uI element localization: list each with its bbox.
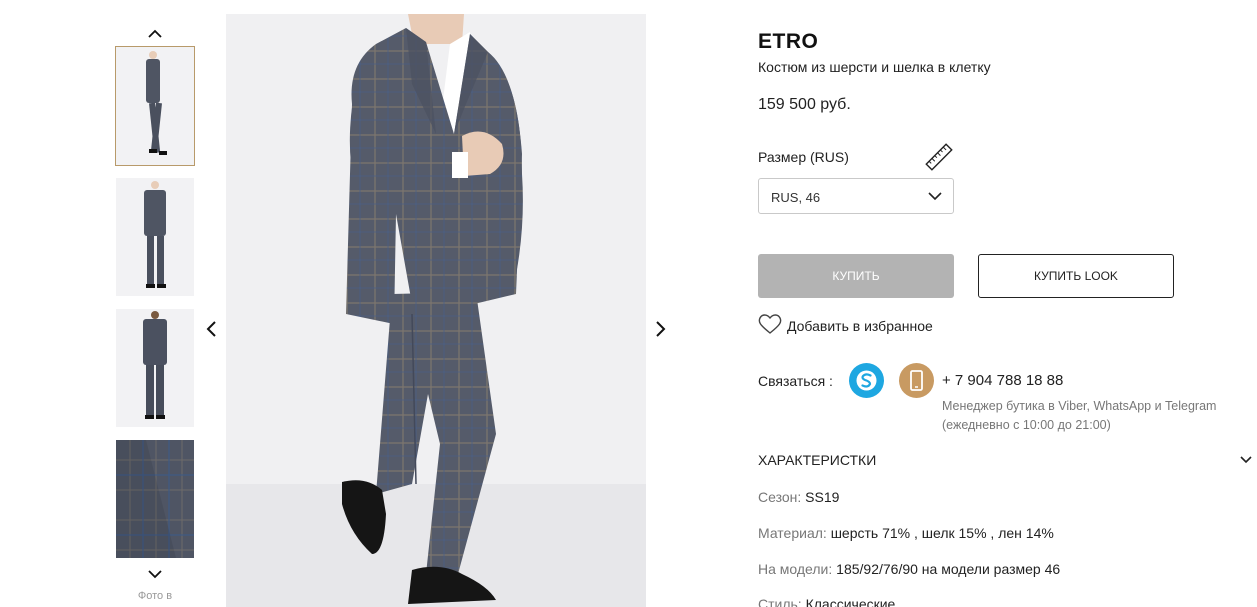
manager-note-line1: Менеджер бутика в Viber, WhatsApp и Tele… <box>942 399 1217 413</box>
attribute-value: SS19 <box>805 489 840 505</box>
heart-icon <box>758 314 782 334</box>
characteristics-header[interactable]: ХАРАКТЕРИСТКИ <box>758 452 876 468</box>
chevron-right-icon <box>656 321 666 337</box>
chevron-left-icon <box>206 321 216 337</box>
attribute-value: шерсть 71% , шелк 15% , лен 14% <box>830 525 1054 541</box>
phone-number[interactable]: + 7 904 788 18 88 <box>942 372 1063 389</box>
brand-name[interactable]: ETRO <box>758 30 818 54</box>
skype-icon <box>849 363 884 398</box>
ruler-icon <box>925 143 953 171</box>
product-title: Костюм из шерсти и шелка в клетку <box>758 59 991 75</box>
buy-button[interactable]: КУПИТЬ <box>758 254 954 298</box>
main-product-image[interactable] <box>226 14 646 607</box>
smartphone-icon <box>899 363 934 398</box>
buy-look-button[interactable]: КУПИТЬ LOOK <box>978 254 1174 298</box>
photo-caption: Фото в <box>137 590 173 602</box>
attribute-material: Материал: шерсть 71% , шелк 15% , лен 14… <box>758 525 1054 541</box>
attribute-key: Стиль: <box>758 596 802 607</box>
thumbnail-3[interactable] <box>116 309 194 427</box>
attribute-key: Сезон: <box>758 489 802 505</box>
attribute-value: 185/92/76/90 на модели размер 46 <box>836 561 1061 577</box>
manager-note-line2: (ежедневно с 10:00 до 21:00) <box>942 418 1111 432</box>
chevron-up-icon <box>148 29 162 38</box>
gallery-next-button[interactable] <box>653 320 667 338</box>
thumbnails-down-button[interactable] <box>146 568 164 580</box>
attribute-value: Классические <box>805 596 896 607</box>
chevron-down-icon <box>928 192 942 201</box>
chevron-down-icon[interactable] <box>1239 455 1253 465</box>
attribute-style: Стиль: Классические <box>758 596 895 607</box>
size-label: Размер (RUS) <box>758 149 849 165</box>
gallery-prev-button[interactable] <box>205 320 219 338</box>
thumbnail-4[interactable] <box>116 440 194 558</box>
skype-button[interactable] <box>849 363 884 398</box>
attribute-key: На модели: <box>758 561 833 577</box>
attribute-season: Сезон: SS19 <box>758 489 839 505</box>
product-price: 159 500 руб. <box>758 96 851 113</box>
manager-note: Менеджер бутика в Viber, WhatsApp и Tele… <box>942 397 1216 435</box>
attribute-key: Материал: <box>758 525 827 541</box>
chevron-down-icon <box>148 570 162 579</box>
thumbnail-1[interactable] <box>115 46 195 166</box>
thumbnail-2[interactable] <box>116 178 194 296</box>
contact-label: Связаться : <box>758 373 833 389</box>
add-to-favorites-label: Добавить в избранное <box>787 318 933 334</box>
size-select-value: RUS, 46 <box>771 190 821 205</box>
size-guide-button[interactable] <box>924 142 954 172</box>
phone-button[interactable] <box>899 363 934 398</box>
size-select[interactable]: RUS, 46 <box>758 178 954 214</box>
attribute-model: На модели: 185/92/76/90 на модели размер… <box>758 561 1060 577</box>
thumbnails-up-button[interactable] <box>146 28 164 40</box>
